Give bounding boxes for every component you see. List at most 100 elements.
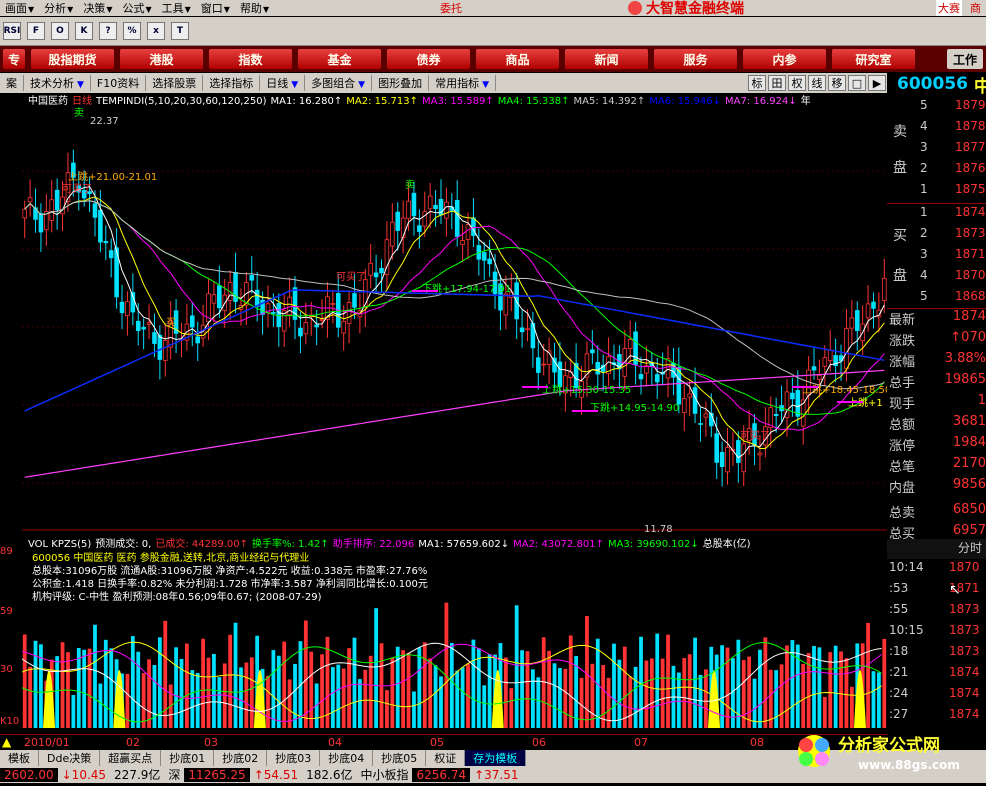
tab-4[interactable]: 债券 (387, 49, 470, 69)
template-tab-6[interactable]: 抄底04 (320, 750, 374, 766)
template-tab-1[interactable]: Dde决策 (39, 750, 101, 766)
func-button-5[interactable]: □ (848, 75, 866, 91)
volume-bar (774, 670, 779, 728)
trade-button[interactable]: 委托 (440, 0, 462, 16)
toolbar-icon-1[interactable]: F (27, 22, 45, 40)
template-tab-2[interactable]: 超赢买点 (100, 750, 162, 766)
menu-item-3[interactable]: 公式▼ (117, 0, 156, 16)
template-tab-8[interactable]: 权证 (426, 750, 466, 766)
candle-body (103, 241, 109, 244)
func-item-2[interactable]: 选择股票 (146, 75, 204, 91)
template-tab-3[interactable]: 抄底01 (161, 750, 215, 766)
func-button-3[interactable]: 线 (808, 75, 826, 91)
quote-stat: 内盘 9856 (887, 477, 986, 498)
contest-button[interactable]: 大赛 (936, 0, 962, 16)
toolbar-icon-3[interactable]: K (75, 22, 93, 40)
template-tab-7[interactable]: 抄底05 (373, 750, 427, 766)
candle-body (395, 211, 401, 231)
buy-ok-signal: 可买了 (62, 183, 92, 195)
toolbar-icon-7[interactable]: T (171, 22, 189, 40)
tab-3[interactable]: 基金 (298, 49, 381, 69)
ask-price: 1877 (955, 140, 986, 154)
candle-body (303, 322, 309, 335)
candle-body (211, 294, 217, 304)
chevron-down-icon: ▼ (262, 5, 270, 14)
tab-6[interactable]: 新闻 (565, 49, 648, 69)
ask-row[interactable]: 3 1877 (887, 140, 986, 161)
tab-1[interactable]: 港股 (120, 49, 203, 69)
tab-8[interactable]: 内参 (743, 49, 826, 69)
bid-row[interactable]: 3 1871 (887, 247, 986, 268)
stat-value: 1 (977, 393, 986, 408)
kline-chart[interactable]: 中国医药 日线 TEMPINDI(5,10,20,30,60,120,250) MA1… (22, 94, 887, 532)
volume-bar (693, 637, 697, 728)
tick-header[interactable]: 分时 (887, 539, 986, 559)
menu-item-6[interactable]: 帮助▼ (235, 0, 274, 16)
menu-item-0[interactable]: 画面▼ (0, 0, 39, 16)
tab-first[interactable]: 专 (3, 49, 25, 69)
toolbar-icon-6[interactable]: x (147, 22, 165, 40)
volume-bar (866, 622, 870, 728)
template-tab-4[interactable]: 抄底02 (214, 750, 268, 766)
chevron-down-icon: ▼ (358, 80, 366, 90)
func-item-5[interactable]: 多图组合 ▼ (305, 75, 373, 91)
func-button-6[interactable]: ▶ (868, 75, 886, 91)
tab-2[interactable]: 指数 (209, 49, 292, 69)
func-item-6[interactable]: 图形叠加 (372, 75, 430, 91)
tab-work[interactable]: 工作 (947, 49, 983, 69)
func-item-1[interactable]: F10资料 (91, 75, 147, 91)
template-tab-0[interactable]: 模板 (0, 750, 39, 766)
toolbar-icon-5[interactable]: % (123, 22, 141, 40)
menu-item-5[interactable]: 窗口▼ (196, 0, 235, 16)
tab-0[interactable]: 股指期货 (31, 49, 114, 69)
tick-row: :18 1873 (887, 644, 986, 665)
func-label: 选择股票 (152, 77, 197, 90)
tab-7[interactable]: 服务 (654, 49, 737, 69)
business-button[interactable]: 商 (970, 0, 981, 16)
volume-bar (282, 641, 287, 728)
quote-stat: 总额 3681 (887, 414, 986, 435)
func-button-1[interactable]: 田 (768, 75, 786, 91)
volume-bar (779, 664, 784, 728)
ask-level: 4 (920, 119, 928, 133)
toolbar-icon-2[interactable]: O (51, 22, 69, 40)
ask-row[interactable]: 1 1875 (887, 182, 986, 203)
menu-item-1[interactable]: 分析▼ (39, 0, 78, 16)
func-button-0[interactable]: 标 (748, 75, 766, 91)
func-item-7[interactable]: 常用指标 ▼ (429, 75, 497, 91)
template-tab-5[interactable]: 抄底03 (267, 750, 321, 766)
bid-row[interactable]: 4 1870 (887, 268, 986, 289)
tick-row: :53 1871 (887, 581, 986, 602)
candle-body (341, 320, 346, 334)
high-price-label: 22.37 (90, 116, 119, 127)
func-item-4[interactable]: 日线 ▼ (260, 75, 306, 91)
volume-bar (563, 668, 568, 728)
bid-row[interactable]: 2 1873 (887, 226, 986, 247)
toolbar-icon-4[interactable]: ? (99, 22, 117, 40)
func-item-3[interactable]: 选择指标 (203, 75, 261, 91)
func-item-0[interactable]: 技术分析 ▼ (24, 75, 91, 91)
volume-bar (849, 686, 854, 728)
ask-row[interactable]: 2 1876 (887, 161, 986, 182)
func-button-4[interactable]: 移 (828, 75, 846, 91)
scroll-up-icon[interactable]: ▲ (2, 735, 11, 749)
tab-5[interactable]: 商品 (476, 49, 559, 69)
func-first[interactable]: 案 (0, 75, 24, 91)
ask-row[interactable]: 5 1879 (887, 98, 986, 119)
toolbar-icon-0[interactable]: RSI (3, 22, 21, 40)
tab-9[interactable]: 研究室 (832, 49, 915, 69)
chevron-down-icon: ▼ (184, 5, 191, 14)
template-tab-9[interactable]: 存为模板 (465, 750, 527, 766)
ask-row[interactable]: 4 1878 (887, 119, 986, 140)
bid-row[interactable]: 5 1868 (887, 289, 986, 310)
volume-chart[interactable]: VOL KPZS(5) 预测成交: 0, 已成交: 44289.00↑ 换手率%: 1… (22, 536, 887, 732)
func-button-2[interactable]: 权 (788, 75, 806, 91)
candle-body (817, 374, 822, 380)
menu-item-2[interactable]: 决策▼ (78, 0, 117, 16)
volume-bar (676, 672, 681, 728)
bid-row[interactable]: 1 1874 (887, 205, 986, 226)
candle-body (725, 447, 730, 473)
tick-price: 1873 (949, 602, 980, 616)
stat-value: 1874 (952, 309, 986, 324)
menu-item-4[interactable]: 工具▼ (157, 0, 196, 16)
